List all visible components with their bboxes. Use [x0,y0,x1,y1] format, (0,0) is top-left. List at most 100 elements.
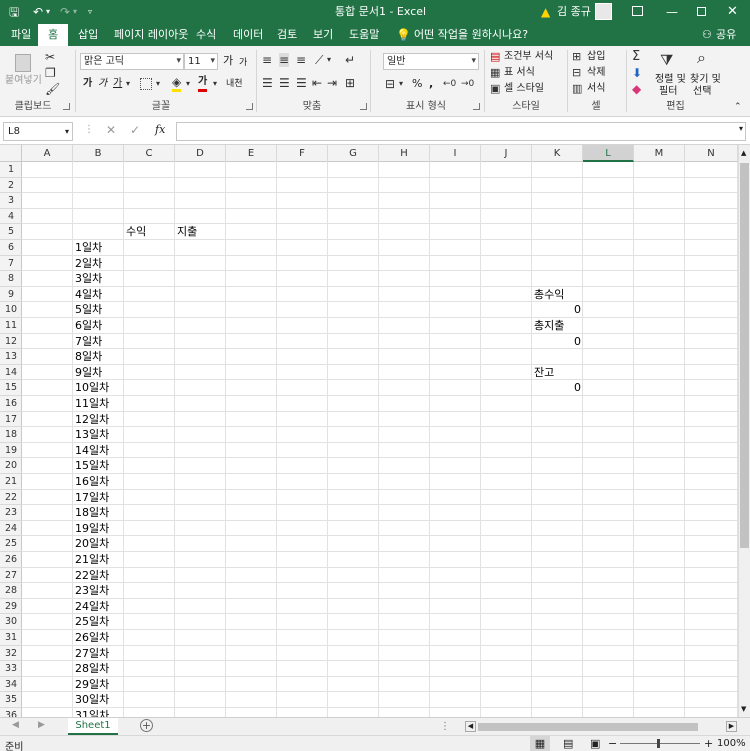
fill-color-icon[interactable]: ◈ [172,75,182,92]
font-size-combo[interactable]: 11 ▾ [184,53,218,70]
sort-filter-button-line2[interactable]: 필터 [659,85,677,99]
row-header-18[interactable]: 18 [0,427,22,443]
cell-d5-expense-header[interactable]: 지출 [175,224,226,240]
cell-b13-day[interactable]: 8일차 [73,349,124,365]
decrease-decimal-icon[interactable]: →0 [461,77,474,91]
cell-b7-day[interactable]: 2일차 [73,256,124,272]
underline-dropdown-icon[interactable]: ▾ [126,77,130,91]
name-box[interactable]: L8 ▾ [3,122,73,141]
close-icon[interactable]: ✕ [727,0,738,24]
cell-b28-day[interactable]: 23일차 [73,583,124,599]
row-header-26[interactable]: 26 [0,552,22,568]
clipboard-launcher-icon[interactable] [63,103,70,110]
row-header-9[interactable]: 9 [0,287,22,303]
row-header-4[interactable]: 4 [0,209,22,225]
tab-view[interactable]: 보기 [313,24,333,46]
cell-b27-day[interactable]: 22일차 [73,568,124,584]
row-header-24[interactable]: 24 [0,521,22,537]
row-header-16[interactable]: 16 [0,396,22,412]
row-header-28[interactable]: 28 [0,583,22,599]
font-color-button[interactable]: 가 [198,75,208,92]
cell-styles-button[interactable]: 셀 스타일 [504,82,544,96]
cell-k11-total-expense-label[interactable]: 총지출 [532,318,583,334]
tab-home[interactable]: 홈 [38,24,68,46]
row-header-5[interactable]: 5 [0,224,22,240]
copy-icon[interactable]: ❐ [45,66,56,80]
format-as-table-button[interactable]: 표 서식 [504,66,535,80]
row-header-10[interactable]: 10 [0,302,22,318]
align-top-icon[interactable]: ≡ [262,53,272,67]
row-header-17[interactable]: 17 [0,412,22,428]
row-header-14[interactable]: 14 [0,365,22,381]
insert-cells-button[interactable]: 삽입 [587,50,605,64]
row-header-23[interactable]: 23 [0,505,22,521]
scroll-right-icon[interactable]: ▶ [726,721,737,732]
column-header-j[interactable]: J [481,145,532,162]
column-header-c[interactable]: C [124,145,175,162]
accounting-dropdown-icon[interactable]: ▾ [399,77,403,91]
cell-k9-total-income-label[interactable]: 총수익 [532,287,583,303]
insert-function-button[interactable]: fx [155,123,165,136]
row-header-36[interactable]: 36 [0,708,22,717]
share-button[interactable]: 공유 [716,24,736,46]
decrease-indent-icon[interactable]: ⇤ [312,76,322,90]
new-sheet-icon[interactable]: + [140,719,153,732]
shrink-font-button[interactable]: 가 [239,56,247,70]
scroll-up-icon[interactable]: ▲ [741,149,746,157]
cell-b25-day[interactable]: 20일차 [73,536,124,552]
cut-icon[interactable]: ✂ [45,50,55,64]
zoom-level[interactable]: 100% [717,738,746,749]
cell-b21-day[interactable]: 16일차 [73,474,124,490]
merge-center-icon[interactable]: ⊞ [345,76,355,90]
grow-font-button[interactable]: 가 [223,54,233,68]
cell-b16-day[interactable]: 11일차 [73,396,124,412]
cell-b14-day[interactable]: 9일차 [73,365,124,381]
phonetic-button[interactable]: 내천 [226,77,243,91]
row-header-7[interactable]: 7 [0,256,22,272]
undo-dropdown-icon[interactable]: ▾ [46,0,50,24]
cell-b10-day[interactable]: 5일차 [73,302,124,318]
column-header-e[interactable]: E [226,145,277,162]
column-header-m[interactable]: M [634,145,685,162]
row-header-6[interactable]: 6 [0,240,22,256]
align-middle-icon[interactable]: ≡ [279,53,290,67]
font-name-combo[interactable]: 맑은 고딕 ▾ [80,53,184,70]
save-icon[interactable]: 🖫 [9,0,19,24]
underline-button[interactable]: 가 [113,77,122,91]
wrap-text-icon[interactable]: ↵ [345,53,355,67]
cell-b19-day[interactable]: 14일차 [73,443,124,459]
row-header-8[interactable]: 8 [0,271,22,287]
tab-page-layout[interactable]: 페이지 레이아웃 [114,24,188,46]
tab-review[interactable]: 검토 [277,24,297,46]
cell-b9-day[interactable]: 4일차 [73,287,124,303]
row-header-11[interactable]: 11 [0,318,22,334]
cell-b11-day[interactable]: 6일차 [73,318,124,334]
delete-cells-button[interactable]: 삭제 [587,66,605,80]
row-header-29[interactable]: 29 [0,599,22,615]
borders-icon[interactable] [140,78,152,90]
clear-icon[interactable]: ◆ [632,82,641,96]
scroll-left-icon[interactable]: ◀ [465,721,476,732]
tab-insert[interactable]: 삽입 [78,24,98,46]
worksheet-grid[interactable]: ABCDEFGHIJKLMN 1 2 3 4 5 6 7 8 9 10 11 12 13 14 15 16 17… [0,145,738,717]
fill-dropdown-icon[interactable]: ▾ [186,77,190,91]
column-header-g[interactable]: G [328,145,379,162]
redo-dropdown-icon[interactable]: ▾ [73,0,77,24]
cell-b20-day[interactable]: 15일차 [73,458,124,474]
cell-c5-income-header[interactable]: 수익 [124,224,175,240]
accounting-format-icon[interactable]: ⊟ [385,77,395,91]
vertical-scroll-thumb[interactable] [740,163,749,548]
column-header-i[interactable]: I [430,145,481,162]
cell-b24-day[interactable]: 19일차 [73,521,124,537]
avatar[interactable] [595,3,612,20]
cell-b26-day[interactable]: 21일차 [73,552,124,568]
row-header-34[interactable]: 34 [0,677,22,693]
conditional-formatting-button[interactable]: 조건부 서식 [504,50,553,64]
formula-input[interactable] [176,122,746,141]
cell-b35-day[interactable]: 30일차 [73,692,124,708]
find-select-button-line2[interactable]: 선택 [693,85,711,99]
row-header-20[interactable]: 20 [0,458,22,474]
number-launcher-icon[interactable] [473,103,480,110]
row-header-13[interactable]: 13 [0,349,22,365]
tell-me-search[interactable]: 어떤 작업을 원하시나요? [414,24,528,46]
